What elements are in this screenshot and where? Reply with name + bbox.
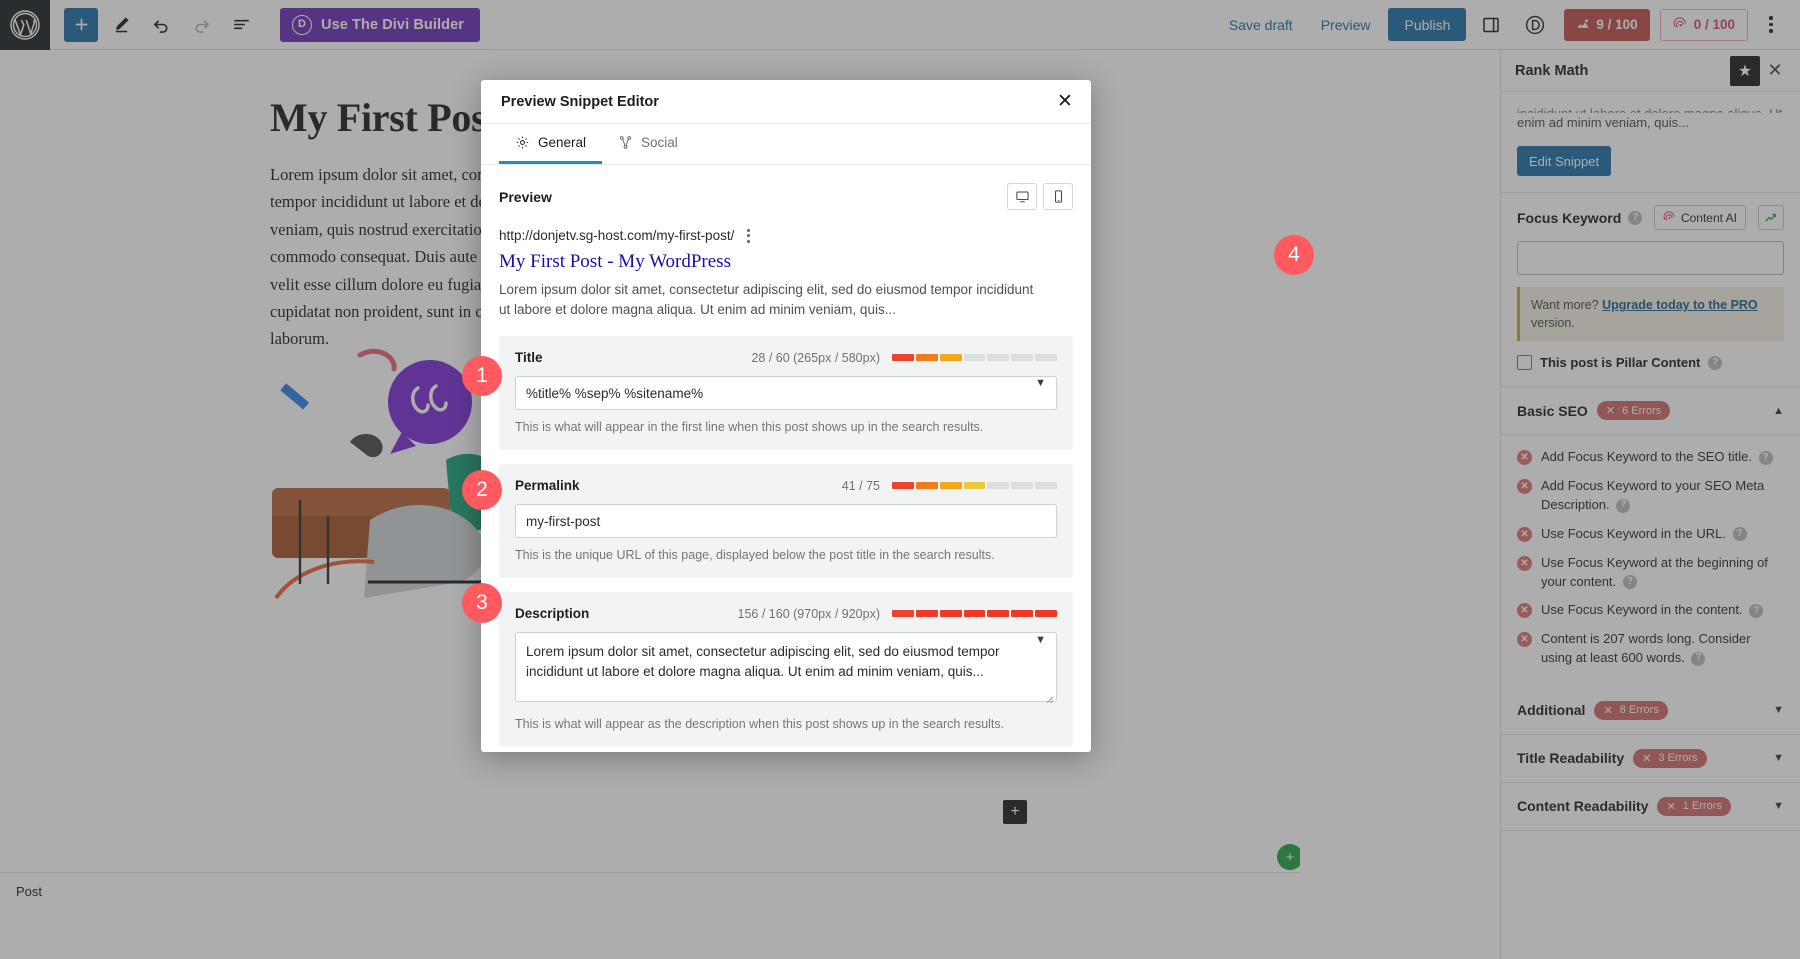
title-field-header: Title 28 / 60 (265px / 580px) <box>515 350 1058 366</box>
step-badge-1: 1 <box>462 356 502 396</box>
title-char-count: 28 / 60 (265px / 580px) <box>751 350 880 365</box>
serp-url-row: http://donjetv.sg-host.com/my-first-post… <box>499 228 1073 243</box>
description-field-header: Description 156 / 160 (970px / 920px) <box>515 606 1058 622</box>
share-nodes-icon <box>619 136 632 149</box>
field-label: Permalink <box>515 478 580 494</box>
preview-header: Preview <box>499 165 1073 224</box>
device-toggle-group <box>1007 183 1073 210</box>
permalink-input[interactable] <box>515 504 1057 539</box>
title-input-wrap: ▼ <box>515 365 1057 411</box>
permalink-char-count: 41 / 75 <box>841 478 880 493</box>
field-label: Title <box>515 350 543 366</box>
gear-icon <box>516 136 529 149</box>
step-badge-2: 2 <box>462 470 502 510</box>
step-badge-4: 4 <box>1274 235 1314 275</box>
serp-url: http://donjetv.sg-host.com/my-first-post… <box>499 228 735 243</box>
preview-snippet-editor-modal: Preview Snippet Editor ✕ General Social <box>481 80 1091 752</box>
tab-social[interactable]: Social <box>602 124 694 164</box>
modal-tabs: General Social <box>481 124 1091 165</box>
tab-label: General <box>538 135 587 150</box>
description-char-count: 156 / 160 (970px / 920px) <box>737 606 880 621</box>
permalink-field-header: Permalink 41 / 75 <box>515 478 1058 494</box>
tab-label: Social <box>641 135 678 150</box>
permalink-input-wrap <box>515 493 1057 539</box>
serp-preview: http://donjetv.sg-host.com/my-first-post… <box>499 224 1073 336</box>
step-badge-3: 3 <box>462 583 502 623</box>
close-icon[interactable]: ✕ <box>1049 86 1081 118</box>
modal-title: Preview Snippet Editor <box>501 93 659 110</box>
description-field-help: This is what will appear as the descript… <box>515 717 1005 732</box>
mobile-icon[interactable] <box>1043 183 1073 210</box>
serp-description: Lorem ipsum dolor sit amet, consectetur … <box>499 281 1034 317</box>
description-input-wrap: ▼ <box>515 621 1057 707</box>
serp-title[interactable]: My First Post - My WordPress <box>499 250 1073 274</box>
title-length-meter <box>892 354 1058 362</box>
permalink-field-card: Permalink 41 / 75 This is the unique URL… <box>499 464 1073 579</box>
description-length-meter <box>892 610 1058 618</box>
description-field-card: Description 156 / 160 (970px / 920px) ▼ … <box>499 592 1073 748</box>
field-label: Description <box>515 606 590 622</box>
title-field-card: Title 28 / 60 (265px / 580px) ▼ This is … <box>499 336 1073 451</box>
seo-description-textarea[interactable] <box>515 632 1057 703</box>
title-field-help: This is what will appear in the first li… <box>515 420 984 435</box>
modal-body: Preview http://donjetv.sg-host.com/my-fi… <box>481 165 1091 752</box>
preview-label: Preview <box>499 188 552 205</box>
permalink-field-help: This is the unique URL of this page, dis… <box>515 548 995 563</box>
app-screen: D Use The Divi Builder Save draft Previe… <box>0 0 1800 959</box>
desktop-icon[interactable] <box>1007 183 1037 210</box>
tab-general[interactable]: General <box>499 124 603 164</box>
serp-more-icon[interactable] <box>747 228 751 243</box>
modal-header: Preview Snippet Editor ✕ <box>481 80 1091 124</box>
seo-title-input[interactable] <box>515 376 1057 411</box>
permalink-length-meter <box>892 482 1058 490</box>
